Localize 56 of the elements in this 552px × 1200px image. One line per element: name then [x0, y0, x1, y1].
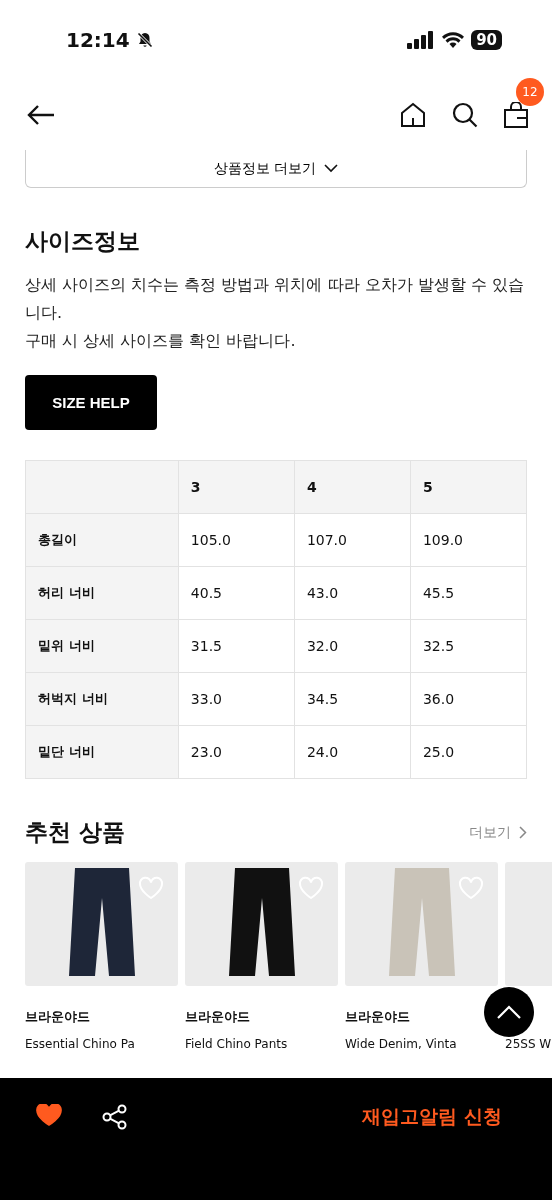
row-label-cell: 허리 너비 — [25, 566, 179, 620]
product-name: 25SS W — [505, 1037, 552, 1051]
section-title: 추천 상품 — [25, 818, 125, 847]
row-label-cell: 밑단 너비 — [25, 725, 179, 779]
table-cell: 105.0 — [178, 513, 295, 567]
more-link[interactable]: 더보기 — [469, 823, 527, 842]
wifi-icon — [441, 31, 466, 49]
product-image[interactable] — [25, 862, 178, 986]
row-label-cell: 밑위 너비 — [25, 619, 179, 673]
product-name: Essential Chino Pa — [25, 1037, 136, 1051]
brand-name: 브라운야드 — [345, 1008, 411, 1025]
scroll-top-button[interactable] — [484, 987, 534, 1037]
restock-alert-button[interactable]: 재입고알림 신청 — [362, 1104, 502, 1130]
status-time: 12:14 — [66, 28, 130, 52]
table-cell: 33.0 — [178, 672, 295, 726]
size-help-button[interactable]: SIZE HELP — [25, 375, 157, 430]
brand-name: 브라운야드 — [25, 1008, 91, 1025]
shopping-bag-icon[interactable] — [504, 102, 528, 128]
brand-name: 브라운야드 — [185, 1008, 251, 1025]
muted-bell-icon — [135, 31, 154, 49]
product-name: Wide Denim, Vinta — [345, 1037, 458, 1051]
header-cell: 4 — [294, 460, 411, 514]
back-arrow-icon[interactable] — [26, 104, 56, 126]
table-cell: 32.5 — [410, 619, 527, 673]
table-cell: 23.0 — [178, 725, 295, 779]
table-cell: 36.0 — [410, 672, 527, 726]
signal-icon — [407, 31, 436, 49]
heart-icon[interactable] — [36, 1104, 62, 1126]
table-cell: 109.0 — [410, 513, 527, 567]
table-cell: 43.0 — [294, 566, 411, 620]
table-cell: 40.5 — [178, 566, 295, 620]
row-label-cell: 허벅지 너비 — [25, 672, 179, 726]
battery-level: 90 — [471, 30, 502, 50]
table-cell: 24.0 — [294, 725, 411, 779]
more-info-button[interactable]: 상품정보 더보기 — [25, 150, 527, 188]
search-icon[interactable] — [452, 102, 478, 128]
header-cell: 5 — [410, 460, 527, 514]
table-cell: 25.0 — [410, 725, 527, 779]
table-cell: 107.0 — [294, 513, 411, 567]
description-text: 구매 시 상세 사이즈를 확인 바랍니다. — [25, 330, 297, 352]
home-icon[interactable] — [400, 102, 426, 128]
chevron-right-icon — [519, 826, 527, 839]
product-image[interactable] — [185, 862, 338, 986]
header-cell: 3 — [178, 460, 295, 514]
table-cell: 31.5 — [178, 619, 295, 673]
table-cell: 32.0 — [294, 619, 411, 673]
table-cell: 45.5 — [410, 566, 527, 620]
share-icon[interactable] — [102, 1104, 128, 1130]
row-label-cell: 총길이 — [25, 513, 179, 567]
description-text: 상세 사이즈의 치수는 측정 방법과 위치에 따라 오차가 발생할 수 있습니다. — [25, 274, 525, 324]
table-cell: 34.5 — [294, 672, 411, 726]
chevron-up-icon — [497, 1005, 521, 1019]
chevron-down-icon — [324, 164, 339, 173]
cart-count-badge: 12 — [516, 78, 544, 106]
product-name: Field Chino Pants — [185, 1037, 289, 1051]
section-title: 사이즈정보 — [25, 227, 141, 256]
